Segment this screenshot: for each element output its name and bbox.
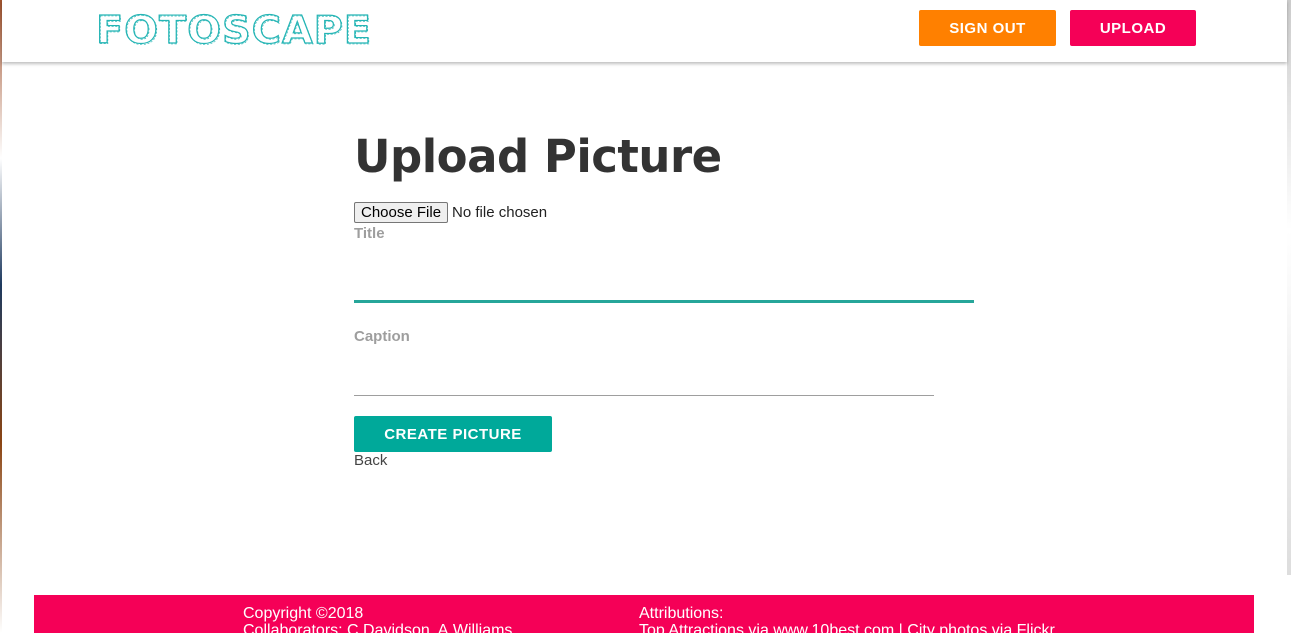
- footer-credits: Copyright ©2018 Collaborators: C.Davidso…: [243, 605, 512, 633]
- navbar: FOTOSCAPE FOTOSCAPE SIGN OUT UPLOAD: [2, 0, 1287, 62]
- sign-out-button[interactable]: SIGN OUT: [919, 10, 1056, 46]
- background-edge-right: [1287, 0, 1291, 575]
- page-title: Upload Picture: [354, 130, 722, 183]
- logo-text-outline: FOTOSCAPE: [97, 9, 373, 49]
- upload-button[interactable]: UPLOAD: [1070, 10, 1196, 46]
- title-input[interactable]: [354, 260, 974, 303]
- collaborators-text: Collaborators: C.Davidson, A.Williams: [243, 622, 513, 633]
- footer: Copyright ©2018 Collaborators: C.Davidso…: [34, 595, 1254, 633]
- caption-input[interactable]: [354, 360, 934, 396]
- attributions-heading: Attributions:: [639, 605, 724, 622]
- create-picture-button[interactable]: CREATE PICTURE: [354, 416, 552, 452]
- background-edge-left: [0, 0, 2, 633]
- page: FOTOSCAPE FOTOSCAPE SIGN OUT UPLOAD Uplo…: [0, 0, 1291, 633]
- footer-attributions: Attributions: Top Attractions via www.10…: [639, 605, 1055, 633]
- choose-file-button[interactable]: Choose File: [354, 202, 449, 223]
- title-label: Title: [354, 225, 385, 242]
- copyright-text: Copyright ©2018: [243, 605, 364, 622]
- back-link[interactable]: Back: [354, 452, 387, 469]
- fotoscape-logo[interactable]: FOTOSCAPE FOTOSCAPE: [94, 7, 374, 49]
- caption-label: Caption: [354, 328, 410, 345]
- attributions-text: Top Attractions via www.10best.com | Cit…: [639, 622, 1055, 633]
- file-picker: Choose File No file chosen: [354, 202, 547, 223]
- file-status-text: No file chosen: [452, 204, 548, 221]
